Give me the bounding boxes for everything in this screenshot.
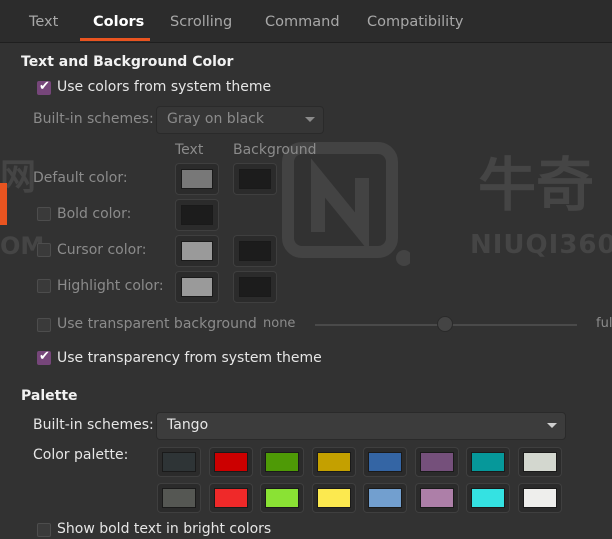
palette-color-button[interactable]	[311, 447, 356, 477]
color-swatch	[181, 169, 213, 189]
color-palette-label: Color palette:	[33, 447, 129, 463]
cursor-color-checkbox[interactable]	[37, 243, 51, 257]
color-swatch	[522, 452, 557, 472]
check-icon: ✔	[39, 349, 50, 364]
cursor-text-color-button[interactable]	[175, 235, 219, 267]
color-swatch	[368, 452, 402, 472]
dropdown-value: Gray on black	[167, 111, 264, 127]
watermark-n-logo	[280, 140, 412, 270]
transparency-slider-none-label: none	[263, 316, 296, 331]
color-swatch	[213, 452, 248, 472]
system-transparency-label[interactable]: Use transparency from system theme	[57, 350, 322, 366]
bold-bright-label[interactable]: Show bold text in bright colors	[57, 521, 271, 537]
color-swatch	[316, 452, 351, 472]
highlight-background-color-button[interactable]	[233, 271, 277, 303]
builtin-schemes-label: Built-in schemes:	[33, 111, 154, 127]
color-swatch	[181, 241, 213, 261]
color-swatch	[265, 452, 299, 472]
palette-color-button[interactable]	[466, 447, 510, 477]
text-column-header: Text	[175, 142, 204, 158]
tab-colors[interactable]: Colors	[93, 0, 144, 42]
bold-text-color-button[interactable]	[175, 199, 219, 231]
tab-bar: Text Colors Scrolling Command Compatibil…	[0, 0, 612, 43]
palette-color-button[interactable]	[260, 483, 304, 513]
color-swatch	[213, 488, 248, 508]
default-text-color-button[interactable]	[175, 163, 219, 195]
palette-color-button[interactable]	[414, 483, 459, 513]
highlight-color-label: Highlight color:	[57, 278, 164, 294]
chevron-down-icon	[305, 117, 315, 122]
default-color-label: Default color:	[33, 170, 128, 186]
cursor-background-color-button[interactable]	[233, 235, 277, 267]
background-column-header: Background	[233, 142, 317, 158]
active-tab-indicator	[80, 38, 150, 41]
transparency-slider-handle[interactable]	[437, 316, 453, 332]
highlight-color-checkbox[interactable]	[37, 279, 51, 293]
color-swatch	[162, 488, 196, 508]
color-swatch	[181, 205, 213, 225]
default-background-color-button[interactable]	[233, 163, 277, 195]
bold-color-label: Bold color:	[57, 206, 132, 222]
color-swatch	[239, 277, 271, 297]
system-transparency-checkbox[interactable]: ✔	[37, 349, 51, 365]
text-builtin-schemes-dropdown[interactable]: Gray on black	[156, 106, 324, 134]
palette-color-button[interactable]	[363, 447, 407, 477]
use-system-colors-label[interactable]: Use colors from system theme	[57, 79, 271, 95]
check-icon: ✔	[39, 79, 50, 94]
color-swatch	[316, 488, 351, 508]
text-background-heading: Text and Background Color	[21, 54, 234, 70]
palette-color-button[interactable]	[466, 483, 510, 513]
bold-bright-checkbox[interactable]	[37, 523, 51, 537]
cursor-color-label: Cursor color:	[57, 242, 147, 258]
palette-color-button[interactable]	[157, 483, 201, 513]
watermark-site-text: NIUQI360	[470, 230, 612, 260]
palette-color-button[interactable]	[208, 447, 253, 477]
tab-compatibility[interactable]: Compatibility	[367, 0, 463, 42]
color-swatch	[419, 488, 454, 508]
tab-text[interactable]: Text	[29, 0, 58, 42]
dropdown-value: Tango	[167, 417, 209, 433]
transparent-background-checkbox[interactable]	[37, 318, 51, 332]
color-swatch	[265, 488, 299, 508]
color-swatch	[368, 488, 402, 508]
palette-heading: Palette	[21, 388, 78, 404]
color-swatch	[239, 169, 271, 189]
transparency-slider-full-label: full	[596, 316, 612, 331]
color-swatch	[522, 488, 557, 508]
palette-color-button[interactable]	[414, 447, 459, 477]
tab-command[interactable]: Command	[265, 0, 340, 42]
palette-color-button[interactable]	[517, 483, 562, 513]
window-accent-strip	[0, 183, 7, 225]
watermark-logo-text: 牛奇	[478, 151, 595, 219]
color-swatch	[162, 452, 196, 472]
tab-scrolling[interactable]: Scrolling	[170, 0, 232, 42]
palette-color-button[interactable]	[157, 447, 201, 477]
palette-color-button[interactable]	[517, 447, 562, 477]
palette-color-button[interactable]	[208, 483, 253, 513]
bold-color-checkbox[interactable]	[37, 207, 51, 221]
transparent-background-label: Use transparent background	[57, 316, 257, 332]
use-system-colors-checkbox[interactable]: ✔	[37, 79, 51, 95]
highlight-text-color-button[interactable]	[175, 271, 219, 303]
chevron-down-icon	[547, 423, 557, 428]
palette-builtin-schemes-label: Built-in schemes:	[33, 417, 154, 433]
palette-color-button[interactable]	[363, 483, 407, 513]
color-swatch	[471, 488, 505, 508]
palette-color-button[interactable]	[311, 483, 356, 513]
color-swatch	[181, 277, 213, 297]
palette-builtin-schemes-dropdown[interactable]: Tango	[156, 412, 566, 440]
color-swatch	[239, 241, 271, 261]
color-swatch	[419, 452, 454, 472]
color-swatch	[471, 452, 505, 472]
palette-color-button[interactable]	[260, 447, 304, 477]
